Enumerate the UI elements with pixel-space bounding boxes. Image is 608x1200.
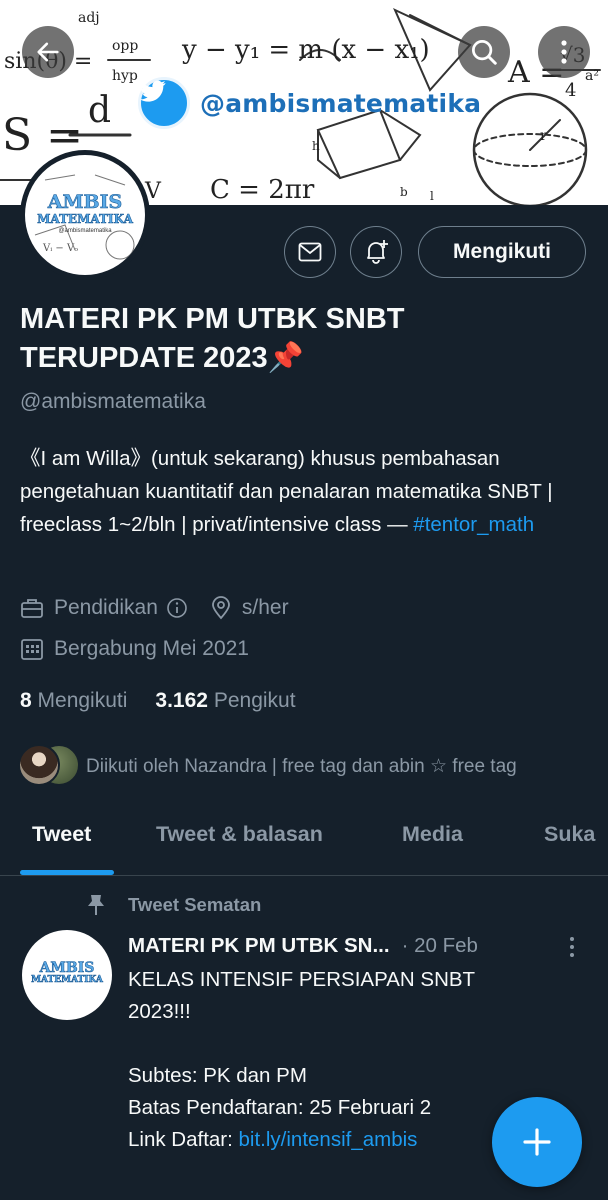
tweet-more-button[interactable] bbox=[562, 934, 582, 960]
notify-button[interactable] bbox=[350, 226, 402, 278]
avatar-title-line1: AMBIS bbox=[47, 191, 123, 213]
followed-by-row[interactable]: Diikuti oleh Nazandra | free tag dan abi… bbox=[18, 744, 517, 788]
svg-text:Vᵢ − Vₒ: Vᵢ − Vₒ bbox=[42, 243, 78, 254]
active-tab-indicator bbox=[20, 870, 114, 875]
more-vertical-icon bbox=[561, 40, 567, 64]
search-icon bbox=[472, 40, 497, 65]
profile-avatar[interactable]: Vᵢ − Vₒ AMBIS MATEMATIKA @ambismatematik… bbox=[20, 150, 150, 280]
tweet-link-prefix: Link Daftar: bbox=[128, 1128, 239, 1151]
profile-category: Pendidikan bbox=[54, 596, 158, 619]
bio-hashtag-link[interactable]: #tentor_math bbox=[413, 513, 534, 536]
location-pin-icon bbox=[212, 596, 230, 620]
search-button[interactable] bbox=[458, 26, 510, 78]
plus-icon bbox=[523, 1128, 551, 1156]
tab-likes[interactable]: Suka bbox=[544, 822, 595, 847]
calendar-icon bbox=[21, 639, 43, 660]
following-count-link[interactable]: 8 Mengikuti bbox=[20, 689, 127, 713]
profile-meta-row-2: Bergabung Mei 2021 bbox=[20, 637, 249, 661]
mail-icon bbox=[298, 242, 322, 262]
followers-count-link[interactable]: 3.162 Pengikut bbox=[155, 689, 295, 713]
tweet-author-avatar[interactable]: AMBIS MATEMATIKA bbox=[22, 930, 112, 1020]
pin-icon bbox=[88, 895, 104, 915]
following-button[interactable]: Mengikuti bbox=[418, 226, 586, 278]
follower-avatar-1 bbox=[18, 744, 60, 786]
tab-tweet-replies[interactable]: Tweet & balasan bbox=[156, 822, 323, 847]
tweet-header: MATERI PK PM UTBK SN... · 20 Feb bbox=[128, 934, 588, 958]
tweet-line-4: Batas Pendaftaran: 25 Februari 2 bbox=[128, 1096, 432, 1119]
followed-by-avatars bbox=[18, 744, 80, 788]
tweet-line-3: Subtes: PK dan PM bbox=[128, 1064, 307, 1087]
svg-text:d: d bbox=[88, 90, 111, 131]
svg-text:r: r bbox=[540, 128, 547, 144]
profile-location: s/her bbox=[241, 596, 289, 619]
svg-text:adj: adj bbox=[78, 10, 100, 26]
arrow-left-icon bbox=[37, 42, 59, 62]
followers-label: Pengikut bbox=[213, 689, 296, 712]
following-count: 8 bbox=[20, 689, 32, 712]
bell-plus-icon bbox=[367, 240, 388, 264]
svg-text:4: 4 bbox=[565, 80, 576, 101]
profile-tabs: Tweet Tweet & balasan Media Suka bbox=[0, 800, 608, 876]
svg-text:y − y₁ = m (x − x₁): y − y₁ = m (x − x₁) bbox=[181, 35, 430, 65]
message-button[interactable] bbox=[284, 226, 336, 278]
twitter-bird-icon bbox=[138, 77, 190, 129]
tab-media[interactable]: Media bbox=[402, 822, 463, 847]
tweet-author-name[interactable]: MATERI PK PM UTBK SN... bbox=[128, 934, 390, 958]
svg-text:h: h bbox=[312, 139, 320, 153]
profile-joined: Bergabung Mei 2021 bbox=[54, 637, 249, 660]
tweet-avatar-title-line2: MATEMATIKA bbox=[31, 975, 103, 985]
pinned-text: Tweet Sematan bbox=[128, 894, 262, 915]
profile-handle: @ambismatematika bbox=[20, 390, 206, 413]
profile-display-name: MATERI PK PM UTBK SNBT TERUPDATE 2023📌 bbox=[20, 303, 405, 374]
tab-tweet[interactable]: Tweet bbox=[32, 822, 91, 847]
banner-twitter-handle: @ambismatematika bbox=[138, 77, 482, 129]
tweet-link[interactable]: bit.ly/intensif_ambis bbox=[239, 1128, 418, 1151]
more-button[interactable] bbox=[538, 26, 590, 78]
svg-text:hyp: hyp bbox=[112, 68, 138, 84]
info-icon[interactable] bbox=[166, 597, 188, 619]
avatar-tag: @ambismatematika bbox=[58, 228, 112, 234]
tweet-line-2: 2023!!! bbox=[128, 1000, 191, 1023]
svg-text:C = 2πr: C = 2πr bbox=[210, 175, 315, 205]
followed-by-text: Diikuti oleh Nazandra | free tag dan abi… bbox=[86, 755, 517, 777]
profile-meta-row-1: Pendidikan s/her bbox=[20, 596, 289, 620]
svg-text:l: l bbox=[430, 189, 434, 203]
svg-text:opp: opp bbox=[112, 38, 138, 54]
followers-count: 3.162 bbox=[155, 689, 208, 712]
profile-bio: 《I am Willa》(untuk sekarang) khusus pemb… bbox=[20, 442, 592, 541]
banner-handle-text: @ambismatematika bbox=[200, 88, 482, 118]
svg-text:a²: a² bbox=[585, 68, 599, 84]
pinned-label: Tweet Sematan bbox=[86, 893, 261, 917]
following-label: Mengikuti bbox=[37, 689, 128, 712]
tweet-line-1: KELAS INTENSIF PERSIAPAN SNBT bbox=[128, 968, 476, 991]
profile-counts: 8 Mengikuti 3.162 Pengikut bbox=[20, 689, 296, 713]
back-button[interactable] bbox=[22, 26, 74, 78]
tweet-avatar-title-line1: AMBIS bbox=[39, 960, 95, 976]
briefcase-icon bbox=[21, 599, 43, 618]
svg-text:b: b bbox=[400, 185, 408, 199]
avatar-title-line2: MATEMATIKA bbox=[37, 212, 133, 226]
tweet-timestamp[interactable]: · 20 Feb bbox=[402, 934, 478, 958]
compose-tweet-button[interactable] bbox=[492, 1097, 582, 1187]
